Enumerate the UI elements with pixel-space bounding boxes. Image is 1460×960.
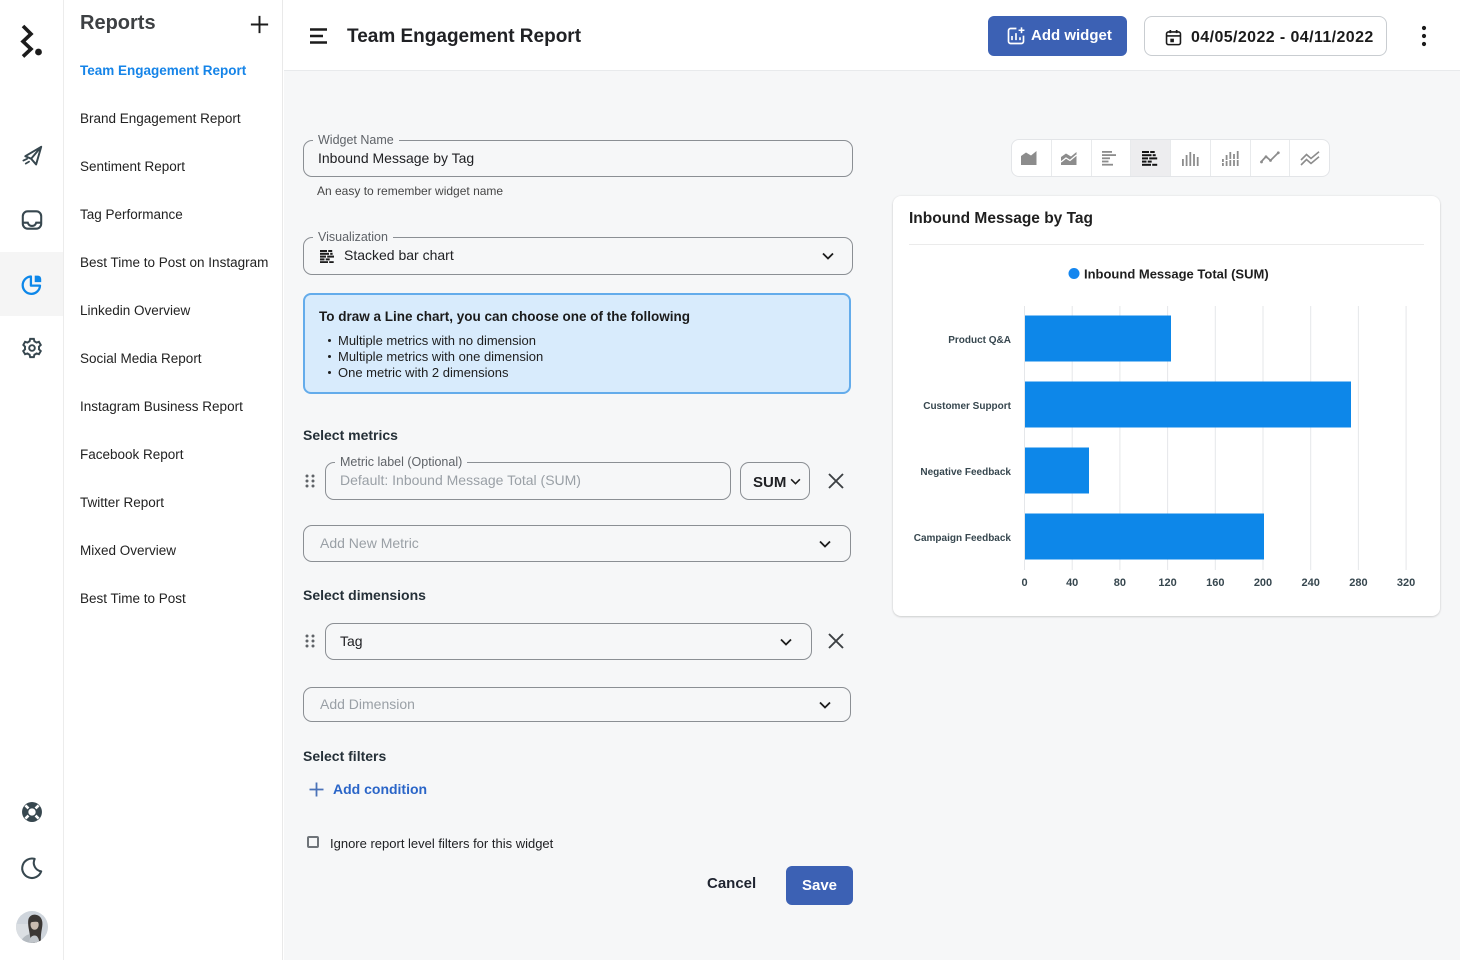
svg-text:120: 120 [1158,577,1176,589]
svg-text:200: 200 [1254,577,1272,589]
svg-text:320: 320 [1397,577,1415,589]
svg-text:240: 240 [1302,577,1320,589]
svg-text:40: 40 [1066,577,1078,589]
svg-text:280: 280 [1349,577,1367,589]
svg-text:160: 160 [1206,577,1224,589]
svg-text:Inbound Message Total (SUM): Inbound Message Total (SUM) [1084,267,1269,282]
svg-text:80: 80 [1114,577,1126,589]
svg-text:Negative Feedback: Negative Feedback [920,467,1011,478]
svg-text:Campaign Feedback: Campaign Feedback [914,533,1012,544]
svg-text:Customer Support: Customer Support [923,401,1011,412]
svg-text:Product Q&A: Product Q&A [948,335,1011,346]
svg-text:0: 0 [1021,577,1027,589]
